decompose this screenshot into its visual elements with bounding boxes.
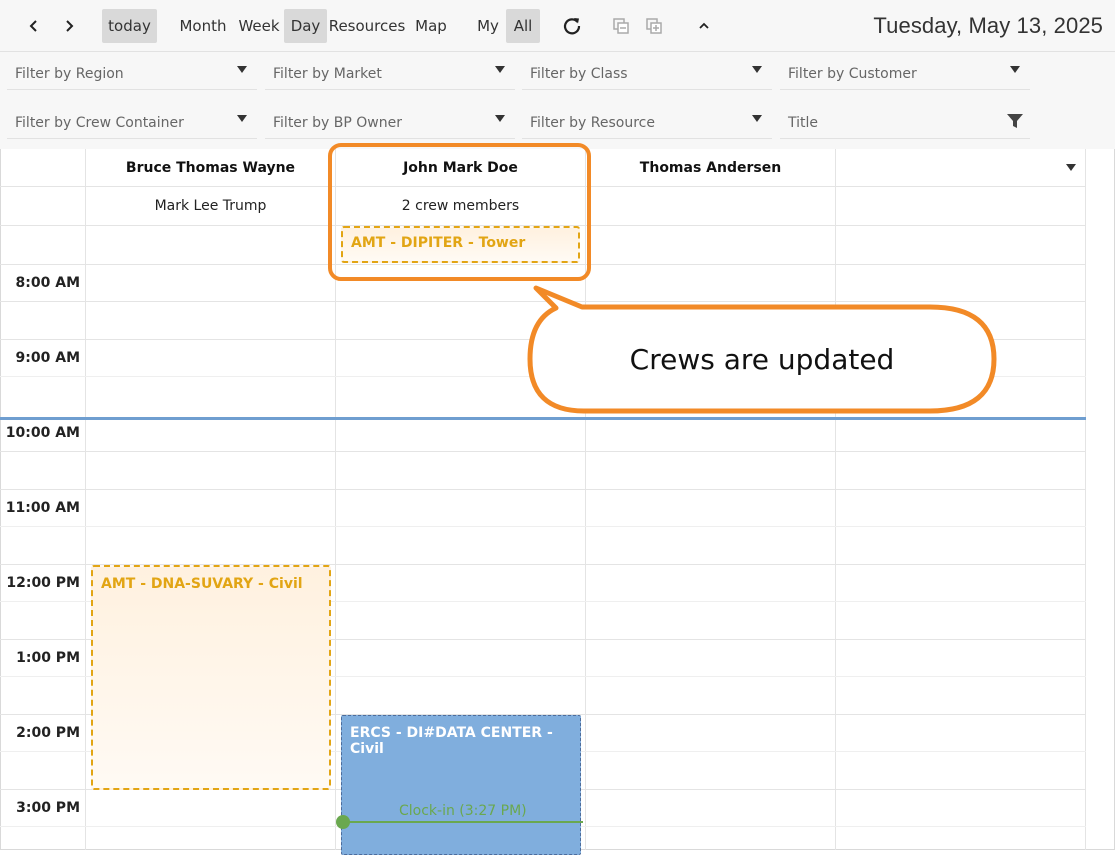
callout-bubble — [527, 285, 997, 414]
callout-text: Crews are updated — [629, 342, 895, 376]
